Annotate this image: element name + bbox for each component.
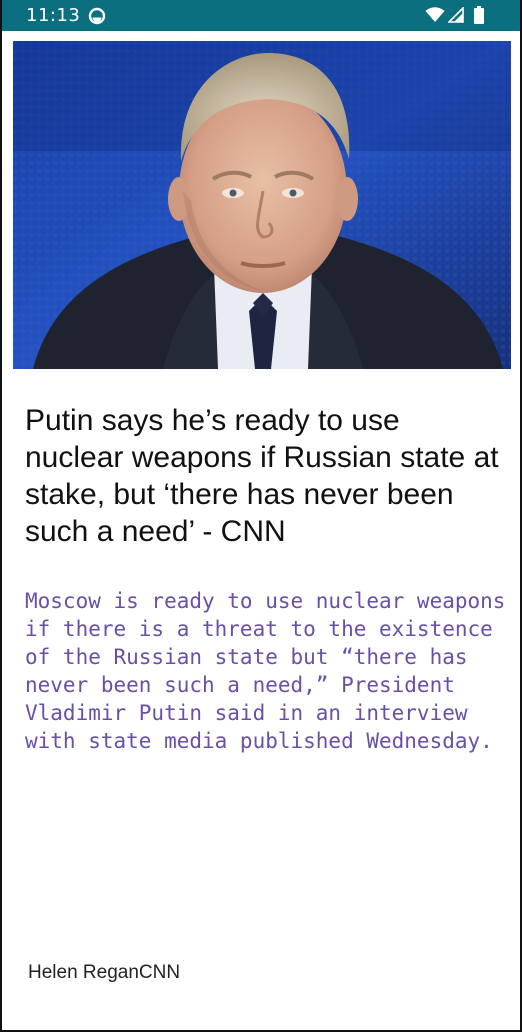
status-bar: 11:13	[2, 0, 520, 31]
article-screen: 11:13 Putin says he’s ready to use nucle…	[0, 0, 522, 1032]
author-name: Helen Regan	[28, 962, 139, 983]
wifi-icon	[425, 7, 445, 22]
source-name: CNN	[138, 962, 181, 983]
byline: Helen ReganCNN	[28, 962, 180, 984]
status-time: 11:13	[26, 5, 81, 26]
article-image[interactable]	[13, 41, 511, 369]
battery-icon	[474, 6, 484, 24]
signal-icon	[448, 7, 464, 23]
portrait-photo	[13, 41, 511, 369]
article-summary: Moscow is ready to use nuclear weapons i…	[25, 589, 506, 753]
sync-icon	[88, 7, 106, 25]
article-headline[interactable]: Putin says he’s ready to use nuclear wea…	[25, 402, 505, 550]
